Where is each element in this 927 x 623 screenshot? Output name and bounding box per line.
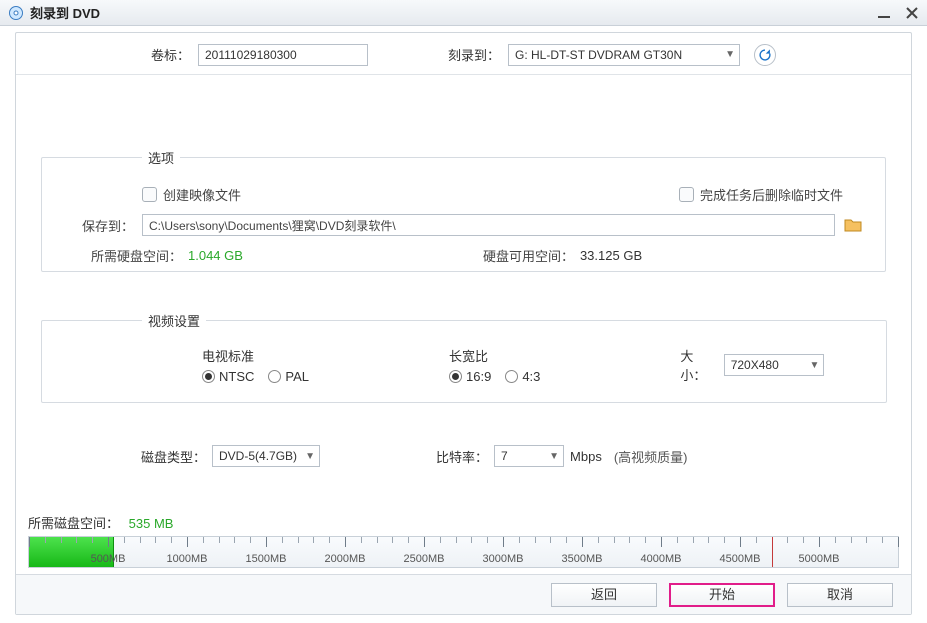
bitrate-label: 比特率： <box>436 447 488 466</box>
save-to-input[interactable] <box>142 214 835 236</box>
volume-label-label: 卷标： <box>151 45 190 64</box>
chevron-down-icon: ▼ <box>809 360 819 371</box>
avail-space-value: 33.125 GB <box>580 248 642 263</box>
chevron-down-icon: ▼ <box>549 451 559 462</box>
tv-ntsc-label: NTSC <box>219 369 254 384</box>
disk-space-area: 所需磁盘空间： 535 MB 500MB 1000MB 1500MB 2000MB 25… <box>28 513 899 568</box>
bottom-bar: 返回 开始 取消 <box>16 574 911 614</box>
start-button[interactable]: 开始 <box>669 583 775 607</box>
avail-space-label: 硬盘可用空间： <box>483 246 574 265</box>
tv-ntsc-radio[interactable]: NTSC <box>202 369 254 384</box>
video-settings-legend: 视频设置 <box>142 311 206 330</box>
scale-tick-label: 4000MB <box>641 553 682 565</box>
refresh-drives-button[interactable] <box>754 44 776 66</box>
aspect-43-radio[interactable]: 4:3 <box>505 369 540 384</box>
aspect-43-label: 4:3 <box>522 369 540 384</box>
volume-label-input[interactable] <box>198 44 368 66</box>
bitrate-unit: Mbps <box>570 449 602 464</box>
browse-folder-button[interactable] <box>843 216 863 234</box>
scale-tick-label: 3500MB <box>562 553 603 565</box>
save-to-label: 保存到： <box>74 216 134 235</box>
tv-standard-label: 电视标准 <box>202 346 309 365</box>
disc-type-dropdown[interactable]: DVD-5(4.7GB) ▼ <box>212 445 320 467</box>
burn-to-dropdown[interactable]: G: HL-DT-ST DVDRAM GT30N ▼ <box>508 44 740 66</box>
window-title: 刻录到 DVD <box>30 3 100 22</box>
tv-pal-radio[interactable]: PAL <box>268 369 309 384</box>
video-settings-fieldset: 视频设置 电视标准 NTSC PAL 长宽比 16:9 4:3 <box>41 311 887 403</box>
aspect-169-radio[interactable]: 16:9 <box>449 369 491 384</box>
create-image-label: 创建映像文件 <box>163 185 241 204</box>
bitrate-dropdown[interactable]: 7 ▼ <box>494 445 564 467</box>
delete-temp-label: 完成任务后删除临时文件 <box>700 185 843 204</box>
back-button[interactable]: 返回 <box>551 583 657 607</box>
disk-capacity-marker <box>772 537 773 567</box>
bitrate-hint: (高视频质量) <box>614 447 688 466</box>
bitrate-row: 磁盘类型： DVD-5(4.7GB) ▼ 比特率： 7 ▼ Mbps (高视频质… <box>41 445 886 467</box>
options-fieldset: 选项 创建映像文件 完成任务后删除临时文件 保存到： 所需硬盘空间： 1.044… <box>41 148 886 272</box>
delete-temp-checkbox[interactable] <box>679 187 694 202</box>
create-image-checkbox[interactable] <box>142 187 157 202</box>
disk-need-label: 所需磁盘空间： <box>28 516 119 531</box>
chevron-down-icon: ▼ <box>305 451 315 462</box>
need-space-value: 1.044 GB <box>188 248 243 263</box>
titlebar: 刻录到 DVD <box>0 0 927 26</box>
app-icon <box>8 5 24 21</box>
close-button[interactable] <box>905 6 919 20</box>
disc-type-label: 磁盘类型： <box>141 447 206 466</box>
disk-space-scale: 500MB 1000MB 1500MB 2000MB 2500MB 3000MB 3500M… <box>28 536 899 568</box>
scale-tick-label: 500MB <box>91 553 126 565</box>
top-settings-row: 卷标： 刻录到： G: HL-DT-ST DVDRAM GT30N ▼ <box>16 33 911 75</box>
disc-type-value: DVD-5(4.7GB) <box>219 449 297 463</box>
video-size-dropdown[interactable]: 720X480 ▼ <box>724 354 825 376</box>
burn-to-label: 刻录到： <box>448 45 500 64</box>
scale-tick-label: 4500MB <box>720 553 761 565</box>
minimize-button[interactable] <box>877 6 891 20</box>
scale-tick-label: 5000MB <box>799 553 840 565</box>
scale-tick-label: 1000MB <box>167 553 208 565</box>
options-legend: 选项 <box>142 148 180 167</box>
chevron-down-icon: ▼ <box>725 49 735 60</box>
need-space-label: 所需硬盘空间： <box>74 246 182 265</box>
scale-tick-label: 2000MB <box>325 553 366 565</box>
aspect-169-label: 16:9 <box>466 369 491 384</box>
video-size-label: 大小： <box>680 346 715 384</box>
video-size-value: 720X480 <box>731 358 779 372</box>
scale-tick-label: 1500MB <box>246 553 287 565</box>
cancel-button[interactable]: 取消 <box>787 583 893 607</box>
aspect-ratio-label: 长宽比 <box>449 346 540 365</box>
scale-tick-label: 3000MB <box>483 553 524 565</box>
tv-pal-label: PAL <box>285 369 309 384</box>
scale-tick-label: 2500MB <box>404 553 445 565</box>
disk-need-value: 535 MB <box>129 516 174 531</box>
bitrate-value: 7 <box>501 449 508 463</box>
burn-to-value: G: HL-DT-ST DVDRAM GT30N <box>515 48 682 62</box>
